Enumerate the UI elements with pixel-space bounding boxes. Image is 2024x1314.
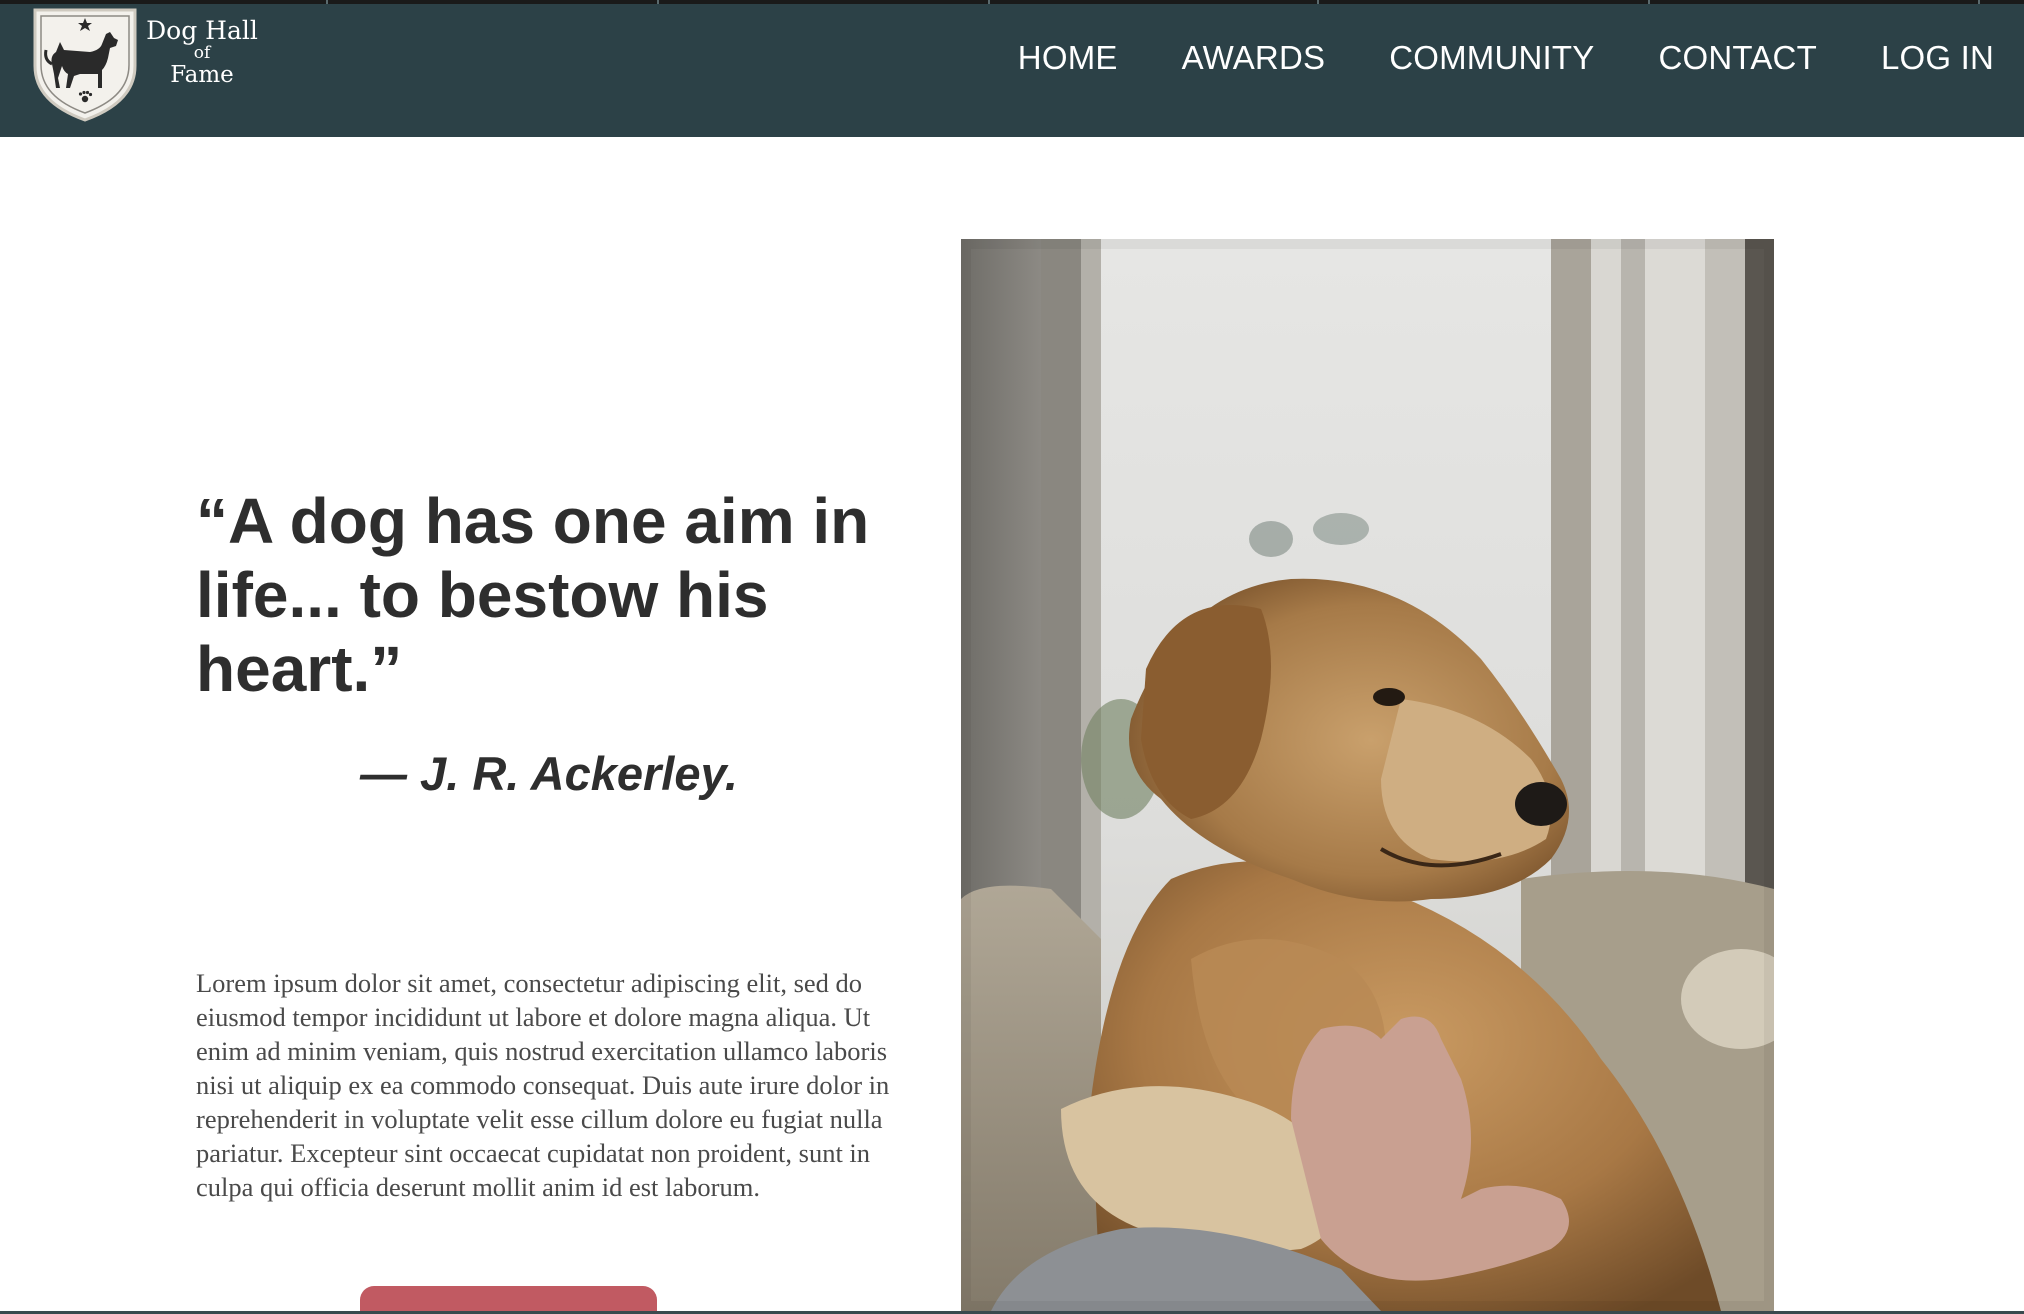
nav-contact-link[interactable]: CONTACT [1658,39,1816,77]
nav-community-link[interactable]: COMMUNITY [1389,39,1594,77]
logo-line-2: of [193,43,211,63]
dog-shield-icon [33,8,137,122]
nav-awards-link[interactable]: AWARDS [1182,39,1326,77]
quote-attribution: — J. R. Ackerley. [360,747,738,800]
site-logo[interactable]: Dog Hall of Fame [30,4,258,124]
hero-quote: “A dog has one aim in life... to bestow … [196,485,870,705]
site-header: Dog Hall of Fame HOME AWARDS COMMUNITY C… [0,0,2024,137]
hero-body-text: Lorem ipsum dolor sit amet, consectetur … [196,968,890,1202]
nav-login-link[interactable]: LOG IN [1881,39,1994,77]
hero-dog-photo [961,239,1774,1311]
nav-home-link[interactable]: HOME [1018,39,1118,77]
logo-line-3: Fame [170,62,234,88]
browser-top-edge [0,0,2024,4]
cta-button[interactable] [360,1286,657,1314]
golden-retriever-image [961,239,1774,1311]
main-nav: HOME AWARDS COMMUNITY CONTACT LOG IN [1018,36,1994,80]
logo-wordmark: Dog Hall of Fame [142,18,262,87]
logo-line-1: Dog Hall [146,16,258,45]
page: Dog Hall of Fame HOME AWARDS COMMUNITY C… [0,0,2024,1314]
